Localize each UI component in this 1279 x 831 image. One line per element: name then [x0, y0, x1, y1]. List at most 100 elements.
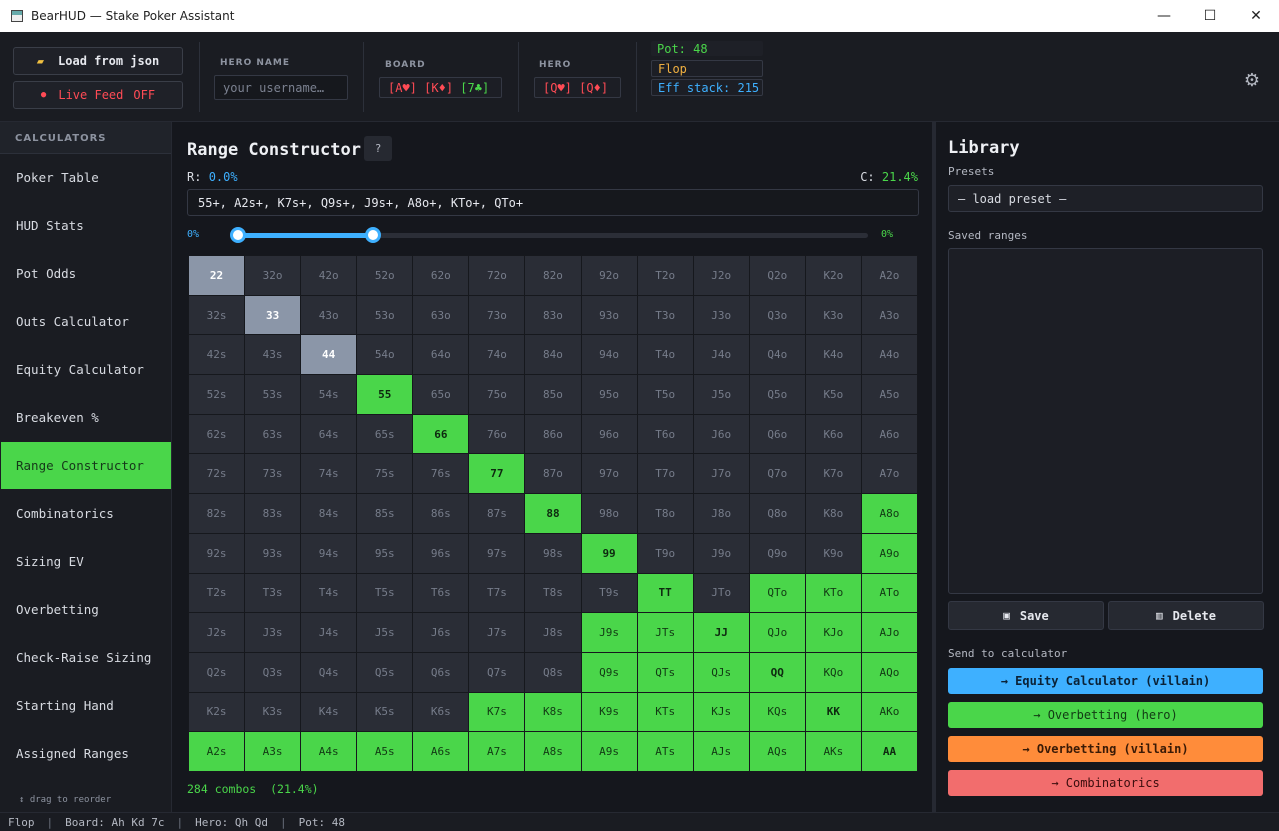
sidebar-item-overbetting[interactable]: Overbetting: [1, 586, 171, 633]
hand-cell[interactable]: J6s: [413, 613, 469, 652]
hand-cell[interactable]: 76s: [413, 454, 469, 494]
hand-cell[interactable]: QQ: [749, 652, 805, 692]
hand-cell[interactable]: QJo: [749, 613, 805, 652]
hand-cell[interactable]: AJs: [693, 732, 749, 771]
sidebar-item-sizing-ev[interactable]: Sizing EV: [1, 538, 171, 585]
hand-cell[interactable]: Q7s: [469, 652, 525, 692]
hand-cell[interactable]: T6s: [413, 573, 469, 613]
hand-cell[interactable]: 97o: [581, 454, 637, 494]
hand-cell[interactable]: J9s: [581, 613, 637, 652]
hand-cell[interactable]: Q7o: [749, 454, 805, 494]
hand-cell[interactable]: KJo: [805, 613, 861, 652]
hand-cell[interactable]: 92s: [189, 533, 245, 573]
saved-ranges-list[interactable]: [948, 248, 1263, 594]
hand-cell[interactable]: K8o: [805, 494, 861, 533]
maximize-button[interactable]: ☐: [1187, 0, 1233, 32]
hand-cell[interactable]: K2s: [189, 692, 245, 732]
hand-cell[interactable]: 63s: [245, 414, 301, 454]
hand-cell[interactable]: KTs: [637, 692, 693, 732]
hand-cell[interactable]: K9o: [805, 533, 861, 573]
hand-cell[interactable]: Q2s: [189, 652, 245, 692]
hand-cell[interactable]: AJo: [861, 613, 917, 652]
hand-cell[interactable]: A9o: [861, 533, 917, 573]
hand-cell[interactable]: 88: [525, 494, 581, 533]
hand-cell[interactable]: J6o: [693, 414, 749, 454]
hero-name-input[interactable]: your username…: [214, 75, 348, 100]
hand-cell[interactable]: 86o: [525, 414, 581, 454]
hand-cell[interactable]: K3s: [245, 692, 301, 732]
hand-cell[interactable]: J2o: [693, 256, 749, 295]
hand-cell[interactable]: 72o: [469, 256, 525, 295]
hand-cell[interactable]: 74o: [469, 335, 525, 375]
hand-cell[interactable]: KTo: [805, 573, 861, 613]
hand-cell[interactable]: A6s: [413, 732, 469, 771]
hand-cell[interactable]: Q4o: [749, 335, 805, 375]
hand-cell[interactable]: 65s: [357, 414, 413, 454]
hand-cell[interactable]: J5s: [357, 613, 413, 652]
hand-cell[interactable]: J7o: [693, 454, 749, 494]
hand-cell[interactable]: Q3s: [245, 652, 301, 692]
hand-cell[interactable]: A7o: [861, 454, 917, 494]
hand-cell[interactable]: 95o: [581, 375, 637, 414]
hand-cell[interactable]: 85s: [357, 494, 413, 533]
hand-cell[interactable]: 73o: [469, 295, 525, 335]
hand-cell[interactable]: K7s: [469, 692, 525, 732]
hand-cell[interactable]: A4o: [861, 335, 917, 375]
hand-cell[interactable]: A5s: [357, 732, 413, 771]
hand-cell[interactable]: K3o: [805, 295, 861, 335]
send-equity-villain-button[interactable]: → Equity Calculator (villain): [948, 668, 1263, 694]
hand-cell[interactable]: 42s: [189, 335, 245, 375]
hand-cell[interactable]: 83o: [525, 295, 581, 335]
send-combinatorics-button[interactable]: → Combinatorics: [948, 770, 1263, 796]
sidebar-item-breakeven[interactable]: Breakeven %: [1, 394, 171, 441]
hand-cell[interactable]: JTs: [637, 613, 693, 652]
hand-cell[interactable]: 55: [357, 375, 413, 414]
hand-cell[interactable]: 22: [189, 256, 245, 295]
range-text-input[interactable]: 55+, A2s+, K7s+, Q9s+, J9s+, A8o+, KTo+,…: [187, 189, 919, 216]
hand-cell[interactable]: T4o: [637, 335, 693, 375]
load-from-json-button[interactable]: ▰ Load from json: [13, 47, 183, 75]
hand-cell[interactable]: 65o: [413, 375, 469, 414]
hand-cell[interactable]: 76o: [469, 414, 525, 454]
hand-cell[interactable]: Q8o: [749, 494, 805, 533]
hand-cell[interactable]: 98o: [581, 494, 637, 533]
delete-button[interactable]: ▥ Delete: [1108, 601, 1264, 630]
hand-cell[interactable]: 64s: [301, 414, 357, 454]
hand-cell[interactable]: J5o: [693, 375, 749, 414]
hand-cell[interactable]: J7s: [469, 613, 525, 652]
hand-cell[interactable]: K5s: [357, 692, 413, 732]
hand-cell[interactable]: T2o: [637, 256, 693, 295]
hand-cell[interactable]: 94s: [301, 533, 357, 573]
hand-cell[interactable]: Q5o: [749, 375, 805, 414]
help-button[interactable]: ?: [364, 136, 392, 161]
hand-cell[interactable]: AA: [861, 732, 917, 771]
sidebar-item-range-constructor[interactable]: Range Constructor: [1, 442, 171, 489]
hand-cell[interactable]: 98s: [525, 533, 581, 573]
hand-cell[interactable]: KQo: [805, 652, 861, 692]
sidebar-item-pot-odds[interactable]: Pot Odds: [1, 250, 171, 297]
hand-cell[interactable]: 43s: [245, 335, 301, 375]
hand-cell[interactable]: J9o: [693, 533, 749, 573]
hand-cell[interactable]: A2s: [189, 732, 245, 771]
hand-cell[interactable]: 84o: [525, 335, 581, 375]
hand-cell[interactable]: 42o: [301, 256, 357, 295]
hand-cell[interactable]: 96s: [413, 533, 469, 573]
hand-cell[interactable]: 32o: [245, 256, 301, 295]
hand-cell[interactable]: A3s: [245, 732, 301, 771]
hand-cell[interactable]: 62o: [413, 256, 469, 295]
hand-cell[interactable]: K2o: [805, 256, 861, 295]
hand-cell[interactable]: AKo: [861, 692, 917, 732]
gear-icon[interactable]: ⚙: [1244, 70, 1260, 91]
hand-cell[interactable]: A8o: [861, 494, 917, 533]
hand-cell[interactable]: 83s: [245, 494, 301, 533]
hand-cell[interactable]: 95s: [357, 533, 413, 573]
hand-cell[interactable]: A3o: [861, 295, 917, 335]
hand-cell[interactable]: J3o: [693, 295, 749, 335]
hand-cell[interactable]: T3s: [245, 573, 301, 613]
hand-cell[interactable]: Q2o: [749, 256, 805, 295]
sidebar-item-check-raise-sizing[interactable]: Check-Raise Sizing: [1, 634, 171, 681]
hand-cell[interactable]: 53o: [357, 295, 413, 335]
hand-cell[interactable]: 32s: [189, 295, 245, 335]
hand-cell[interactable]: 63o: [413, 295, 469, 335]
hand-cell[interactable]: KJs: [693, 692, 749, 732]
